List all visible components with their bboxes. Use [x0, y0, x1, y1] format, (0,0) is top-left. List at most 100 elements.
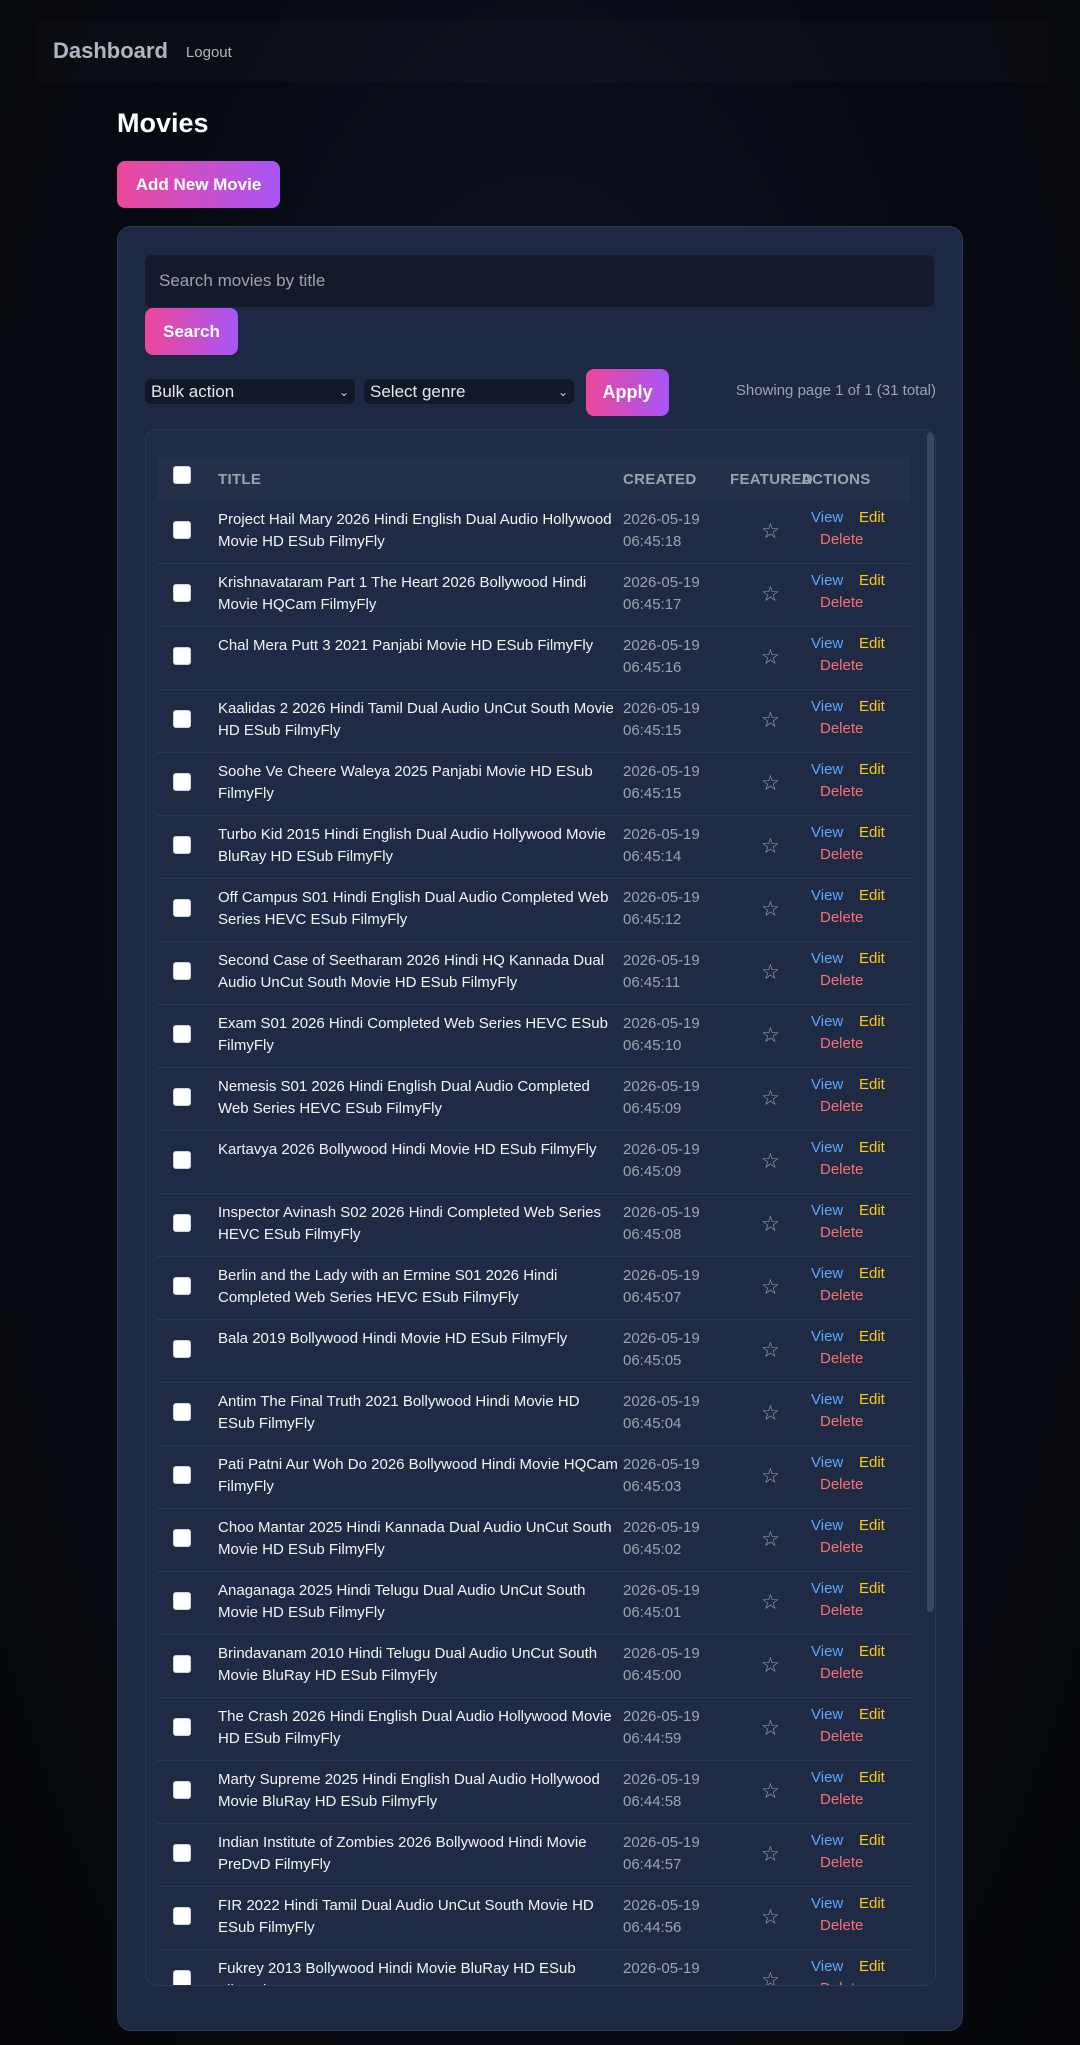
view-link[interactable]: View: [811, 950, 843, 967]
edit-link[interactable]: Edit: [859, 1265, 885, 1282]
star-outline-icon[interactable]: ☆: [761, 1149, 780, 1174]
delete-link[interactable]: Delete: [820, 657, 863, 674]
edit-link[interactable]: Edit: [859, 1706, 885, 1723]
star-outline-icon[interactable]: ☆: [761, 708, 780, 733]
star-outline-icon[interactable]: ☆: [761, 1527, 780, 1552]
delete-link[interactable]: Delete: [820, 1161, 863, 1178]
star-outline-icon[interactable]: ☆: [761, 1275, 780, 1300]
edit-link[interactable]: Edit: [859, 1643, 885, 1660]
edit-link[interactable]: Edit: [859, 1895, 885, 1912]
delete-link[interactable]: Delete: [820, 1917, 863, 1934]
star-outline-icon[interactable]: ☆: [761, 897, 780, 922]
edit-link[interactable]: Edit: [859, 1391, 885, 1408]
delete-link[interactable]: Delete: [820, 720, 863, 737]
delete-link[interactable]: Delete: [820, 1665, 863, 1682]
delete-link[interactable]: Delete: [820, 1980, 863, 1985]
star-outline-icon[interactable]: ☆: [761, 1338, 780, 1363]
view-link[interactable]: View: [811, 1769, 843, 1786]
row-checkbox[interactable]: [173, 962, 191, 980]
edit-link[interactable]: Edit: [859, 887, 885, 904]
delete-link[interactable]: Delete: [820, 1539, 863, 1556]
view-link[interactable]: View: [811, 887, 843, 904]
view-link[interactable]: View: [811, 1328, 843, 1345]
view-link[interactable]: View: [811, 1643, 843, 1660]
edit-link[interactable]: Edit: [859, 1832, 885, 1849]
row-checkbox[interactable]: [173, 1529, 191, 1547]
row-checkbox[interactable]: [173, 1277, 191, 1295]
edit-link[interactable]: Edit: [859, 1139, 885, 1156]
star-outline-icon[interactable]: ☆: [761, 1401, 780, 1426]
row-checkbox[interactable]: [173, 710, 191, 728]
row-checkbox[interactable]: [173, 584, 191, 602]
view-link[interactable]: View: [811, 1202, 843, 1219]
edit-link[interactable]: Edit: [859, 824, 885, 841]
delete-link[interactable]: Delete: [820, 594, 863, 611]
delete-link[interactable]: Delete: [820, 909, 863, 926]
row-checkbox[interactable]: [173, 521, 191, 539]
row-checkbox[interactable]: [173, 836, 191, 854]
edit-link[interactable]: Edit: [859, 950, 885, 967]
star-outline-icon[interactable]: ☆: [761, 1842, 780, 1867]
edit-link[interactable]: Edit: [859, 1013, 885, 1030]
delete-link[interactable]: Delete: [820, 1287, 863, 1304]
star-outline-icon[interactable]: ☆: [761, 960, 780, 985]
star-outline-icon[interactable]: ☆: [761, 1653, 780, 1678]
delete-link[interactable]: Delete: [820, 531, 863, 548]
star-outline-icon[interactable]: ☆: [761, 1023, 780, 1048]
delete-link[interactable]: Delete: [820, 1728, 863, 1745]
logout-link[interactable]: Logout: [186, 44, 232, 61]
select-all-checkbox[interactable]: [173, 466, 191, 484]
search-input[interactable]: [145, 255, 934, 307]
view-link[interactable]: View: [811, 1013, 843, 1030]
table-scrollbar[interactable]: [926, 430, 935, 1985]
star-outline-icon[interactable]: ☆: [761, 1464, 780, 1489]
apply-button[interactable]: Apply: [586, 369, 669, 416]
view-link[interactable]: View: [811, 1454, 843, 1471]
star-outline-icon[interactable]: ☆: [761, 1716, 780, 1741]
edit-link[interactable]: Edit: [859, 1076, 885, 1093]
star-outline-icon[interactable]: ☆: [761, 1779, 780, 1804]
search-button[interactable]: Search: [145, 308, 238, 355]
edit-link[interactable]: Edit: [859, 698, 885, 715]
edit-link[interactable]: Edit: [859, 1958, 885, 1975]
edit-link[interactable]: Edit: [859, 572, 885, 589]
view-link[interactable]: View: [811, 698, 843, 715]
delete-link[interactable]: Delete: [820, 1224, 863, 1241]
edit-link[interactable]: Edit: [859, 1517, 885, 1534]
edit-link[interactable]: Edit: [859, 1202, 885, 1219]
view-link[interactable]: View: [811, 1706, 843, 1723]
row-checkbox[interactable]: [173, 1718, 191, 1736]
genre-select[interactable]: Select genre ⌄: [364, 379, 574, 404]
row-checkbox[interactable]: [173, 1907, 191, 1925]
delete-link[interactable]: Delete: [820, 1476, 863, 1493]
edit-link[interactable]: Edit: [859, 1580, 885, 1597]
edit-link[interactable]: Edit: [859, 1328, 885, 1345]
row-checkbox[interactable]: [173, 1781, 191, 1799]
star-outline-icon[interactable]: ☆: [761, 1086, 780, 1111]
view-link[interactable]: View: [811, 1958, 843, 1975]
view-link[interactable]: View: [811, 1139, 843, 1156]
view-link[interactable]: View: [811, 1832, 843, 1849]
edit-link[interactable]: Edit: [859, 1769, 885, 1786]
row-checkbox[interactable]: [173, 1088, 191, 1106]
star-outline-icon[interactable]: ☆: [761, 1905, 780, 1930]
delete-link[interactable]: Delete: [820, 1035, 863, 1052]
row-checkbox[interactable]: [173, 1340, 191, 1358]
edit-link[interactable]: Edit: [859, 509, 885, 526]
view-link[interactable]: View: [811, 572, 843, 589]
row-checkbox[interactable]: [173, 899, 191, 917]
view-link[interactable]: View: [811, 509, 843, 526]
row-checkbox[interactable]: [173, 1655, 191, 1673]
star-outline-icon[interactable]: ☆: [761, 1590, 780, 1615]
edit-link[interactable]: Edit: [859, 635, 885, 652]
star-outline-icon[interactable]: ☆: [761, 582, 780, 607]
bulk-action-select[interactable]: Bulk action ⌄: [145, 379, 355, 404]
row-checkbox[interactable]: [173, 773, 191, 791]
row-checkbox[interactable]: [173, 1592, 191, 1610]
row-checkbox[interactable]: [173, 1466, 191, 1484]
view-link[interactable]: View: [811, 1076, 843, 1093]
row-checkbox[interactable]: [173, 1025, 191, 1043]
delete-link[interactable]: Delete: [820, 1413, 863, 1430]
view-link[interactable]: View: [811, 1517, 843, 1534]
row-checkbox[interactable]: [173, 1214, 191, 1232]
